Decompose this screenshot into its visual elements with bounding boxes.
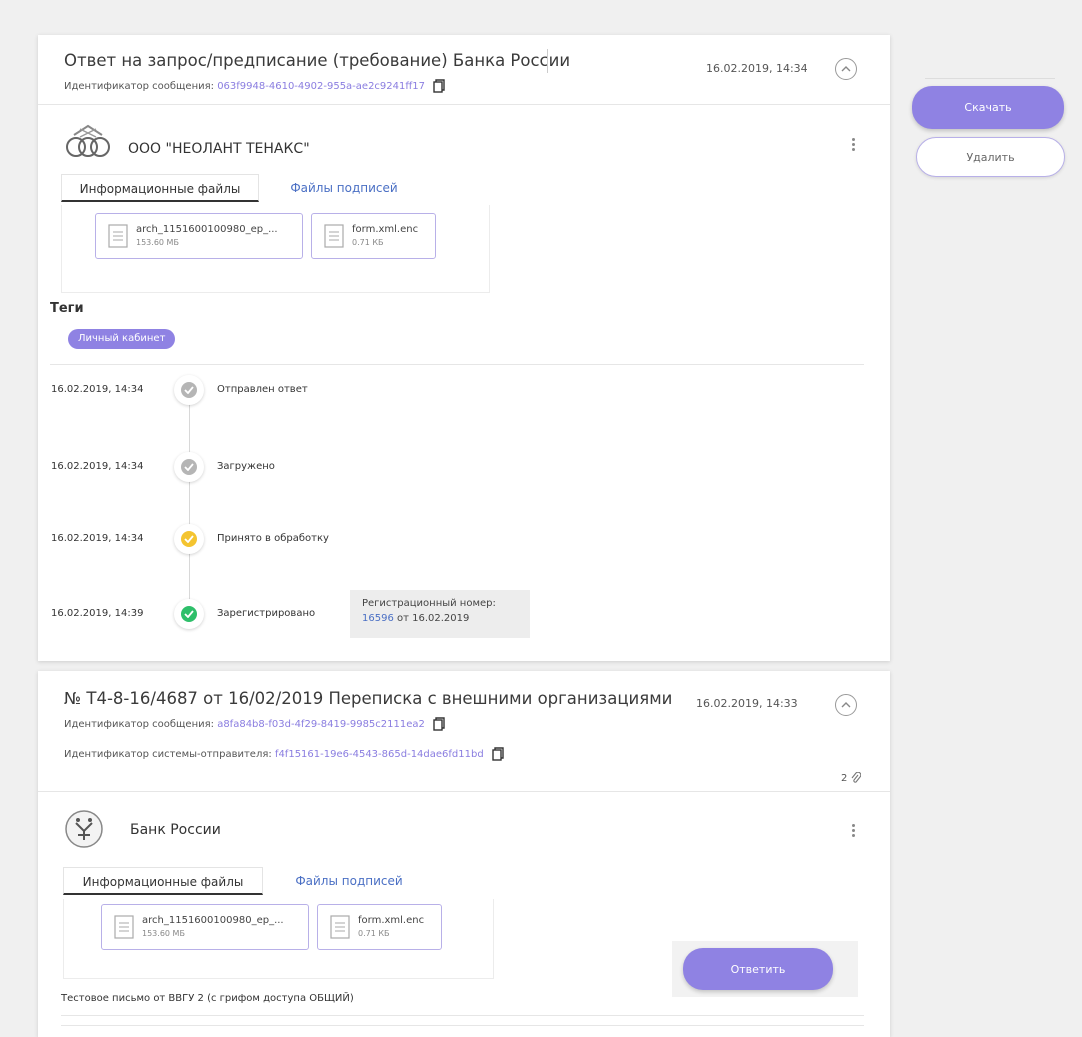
file-size: 0.71 КБ xyxy=(352,238,384,247)
file-item[interactable]: arch_1151600100980_ep_... 153.60 МБ xyxy=(101,904,309,950)
file-name: arch_1151600100980_ep_... xyxy=(142,915,284,926)
sender-system-id-row: Идентификатор системы-отправителя: f4f15… xyxy=(64,747,504,761)
message-id-label: Идентификатор сообщения: xyxy=(64,719,214,730)
document-icon xyxy=(330,915,350,939)
message-id-value: 063f9948-4610-4902-955a-ae2c9241ff17 xyxy=(217,81,425,92)
registration-date: от 16.02.2019 xyxy=(397,613,470,624)
sender-system-id-label: Идентификатор системы-отправителя: xyxy=(64,749,272,760)
message-id-row: Идентификатор сообщения: 063f9948-4610-4… xyxy=(64,79,445,93)
file-item[interactable]: form.xml.enc 0.71 КБ xyxy=(317,904,442,950)
tags-separator xyxy=(50,364,864,365)
bank-of-russia-logo-icon xyxy=(65,810,103,848)
tab-info-files[interactable]: Информационные файлы xyxy=(63,867,263,895)
tab-signature-files[interactable]: Файлы подписей xyxy=(274,867,424,895)
page: Ответ на запрос/предписание (требование)… xyxy=(0,0,1082,1037)
timeline-label: Отправлен ответ xyxy=(217,384,308,395)
timeline-date: 16.02.2019, 14:39 xyxy=(51,608,144,619)
timeline-label: Зарегистрировано xyxy=(217,608,316,619)
registration-info: Регистрационный номер: 16596 от 16.02.20… xyxy=(350,590,530,638)
chevron-up-icon xyxy=(841,702,851,708)
message-card-1: Ответ на запрос/предписание (требование)… xyxy=(38,35,890,661)
document-icon xyxy=(114,915,134,939)
registration-label: Регистрационный номер: xyxy=(362,598,496,609)
message-id-label: Идентификатор сообщения: xyxy=(64,81,214,92)
message-id-value: a8fa84b8-f03d-4f29-8419-9985c2111ea2 xyxy=(217,719,425,730)
body-separator xyxy=(61,1015,864,1016)
message-title: Ответ на запрос/предписание (требование)… xyxy=(64,51,571,70)
more-menu-icon[interactable] xyxy=(848,822,858,842)
timeline-date: 16.02.2019, 14:34 xyxy=(51,461,144,472)
timeline-date: 16.02.2019, 14:34 xyxy=(51,533,144,544)
file-item[interactable]: arch_1151600100980_ep_... 153.60 МБ xyxy=(95,213,303,259)
message-id-row: Идентификатор сообщения: a8fa84b8-f03d-4… xyxy=(64,717,445,731)
message-title: № Т4-8-16/4687 от 16/02/2019 Переписка с… xyxy=(64,689,673,708)
file-name: form.xml.enc xyxy=(358,915,425,926)
status-done-icon xyxy=(174,599,204,629)
document-icon xyxy=(108,224,128,248)
org-logo-icon xyxy=(66,124,110,157)
tag-chip[interactable]: Личный кабинет xyxy=(68,329,176,349)
message-body-text: Тестовое письмо от ВВГУ 2 (с грифом дост… xyxy=(61,993,354,1004)
files-panel: arch_1151600100980_ep_... 153.60 МБ form… xyxy=(61,205,490,293)
file-name: arch_1151600100980_ep_... xyxy=(136,224,278,235)
org-name: Банк России xyxy=(130,822,221,838)
file-size: 0.71 КБ xyxy=(358,929,390,938)
file-size: 153.60 МБ xyxy=(142,929,185,938)
message-date: 16.02.2019, 14:34 xyxy=(706,62,808,75)
attachments-count-value: 2 xyxy=(841,773,848,784)
collapse-button[interactable] xyxy=(835,694,857,716)
file-size: 153.60 МБ xyxy=(136,238,179,247)
status-gray-icon xyxy=(174,375,204,405)
side-divider xyxy=(925,78,1055,79)
header-separator xyxy=(38,104,890,105)
reply-button[interactable]: Ответить xyxy=(683,948,833,990)
collapse-button[interactable] xyxy=(835,58,857,80)
status-processing-icon xyxy=(174,524,204,554)
delete-button[interactable]: Удалить xyxy=(916,137,1065,177)
download-button[interactable]: Скачать xyxy=(912,86,1064,129)
files-panel: arch_1151600100980_ep_... 153.60 МБ form… xyxy=(63,899,494,979)
copy-icon[interactable] xyxy=(492,747,504,761)
copy-icon[interactable] xyxy=(433,79,445,93)
file-name: form.xml.enc xyxy=(352,224,419,235)
timeline-label: Принято в обработку xyxy=(217,533,329,544)
sender-system-id-value: f4f15161-19e6-4543-865d-14dae6fd11bd xyxy=(274,749,484,760)
body-separator xyxy=(61,1025,864,1026)
timeline-line xyxy=(189,400,190,626)
copy-icon[interactable] xyxy=(433,717,445,731)
tab-info-files[interactable]: Информационные файлы xyxy=(61,174,259,202)
timeline-date: 16.02.2019, 14:34 xyxy=(51,384,144,395)
tags-label: Теги xyxy=(50,301,84,316)
paperclip-icon xyxy=(851,771,861,783)
more-menu-icon[interactable] xyxy=(848,136,858,156)
status-gray-icon xyxy=(174,452,204,482)
org-name: ООО "НЕОЛАНТ ТЕНАКС" xyxy=(128,141,310,157)
timeline-label: Загружено xyxy=(217,461,275,472)
chevron-up-icon xyxy=(841,66,851,72)
attachments-count: 2 xyxy=(841,771,861,784)
document-icon xyxy=(324,224,344,248)
registration-number[interactable]: 16596 xyxy=(362,613,394,624)
header-separator xyxy=(38,791,890,792)
tab-signature-files[interactable]: Файлы подписей xyxy=(274,174,414,202)
title-divider xyxy=(547,49,548,73)
file-item[interactable]: form.xml.enc 0.71 КБ xyxy=(311,213,436,259)
message-date: 16.02.2019, 14:33 xyxy=(696,697,798,710)
